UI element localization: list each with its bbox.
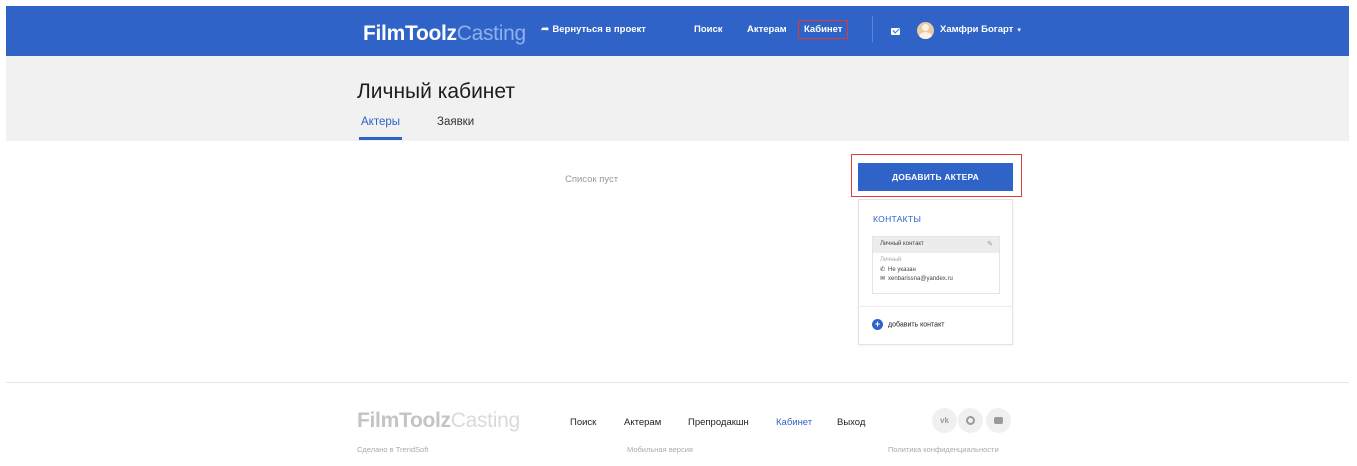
nav-actors-link[interactable]: Актерам: [747, 24, 787, 35]
contact-item-header: Личный контакт ✎: [873, 237, 999, 253]
footer-search-link[interactable]: Поиск: [570, 417, 596, 428]
youtube-icon[interactable]: [986, 408, 1011, 433]
vk-icon[interactable]: vk: [932, 408, 957, 433]
footer-divider: [6, 382, 1349, 383]
share-arrow-icon: ➦: [541, 24, 550, 35]
top-navbar: FilmToolzCasting ➦ Вернуться в проект Пои…: [6, 6, 1349, 56]
mail-icon[interactable]: [891, 28, 900, 35]
tab-requests[interactable]: Заявки: [437, 116, 474, 128]
avatar[interactable]: [917, 22, 934, 39]
footer-cabinet-link[interactable]: Кабинет: [776, 417, 812, 428]
mobile-version-link[interactable]: Мобильная версия: [627, 445, 693, 454]
nav-divider: [872, 16, 873, 42]
tab-actors[interactable]: Актеры: [361, 116, 400, 128]
privacy-policy-link[interactable]: Политика конфиденциальности: [888, 445, 999, 454]
contact-phone: ✆ Не указан: [880, 267, 916, 273]
footer-logo[interactable]: FilmToolzCasting: [357, 410, 520, 431]
envelope-icon: ✉: [880, 276, 886, 282]
back-to-project-link[interactable]: ➦ Вернуться в проект: [541, 24, 646, 35]
add-actor-button[interactable]: ДОБАВИТЬ АКТЕРА: [858, 163, 1013, 191]
contacts-card: КОНТАКТЫ Личный контакт ✎ Личный ✆ Не ука…: [858, 199, 1013, 345]
nav-search-link[interactable]: Поиск: [694, 24, 723, 35]
telegram-icon[interactable]: [958, 408, 983, 433]
page-header-band: [6, 56, 1349, 141]
empty-list-message: Список пуст: [565, 174, 619, 185]
footer-actors-link[interactable]: Актерам: [624, 417, 661, 428]
page-title: Личный кабинет: [357, 80, 515, 103]
footer-production-link[interactable]: Препродакшн: [688, 417, 749, 428]
contacts-title: КОНТАКТЫ: [873, 214, 922, 224]
nav-cabinet-link[interactable]: Кабинет: [798, 20, 849, 39]
plus-circle-icon: +: [872, 319, 883, 330]
phone-icon: ✆: [880, 267, 886, 273]
chevron-down-icon: ▾: [1017, 27, 1021, 34]
contact-item: Личный контакт ✎ Личный ✆ Не указан ✉ xenb…: [872, 236, 1000, 294]
card-divider: [859, 306, 1012, 307]
header-logo[interactable]: FilmToolzCasting: [363, 23, 526, 44]
active-tab-indicator: [359, 137, 402, 140]
add-contact-button[interactable]: + добавить контакт: [872, 319, 944, 330]
contact-label: Личный контакт: [880, 241, 924, 247]
contact-email: ✉ xenbarissna@yandex.ru: [880, 276, 953, 282]
user-menu[interactable]: Хамфри Богарт ▾: [940, 24, 1021, 35]
footer-exit-link[interactable]: Выход: [837, 417, 865, 428]
contact-type: Личный: [880, 257, 902, 263]
pencil-icon[interactable]: ✎: [987, 240, 993, 248]
made-by-text: Сделано в TrendSoft: [357, 445, 429, 454]
